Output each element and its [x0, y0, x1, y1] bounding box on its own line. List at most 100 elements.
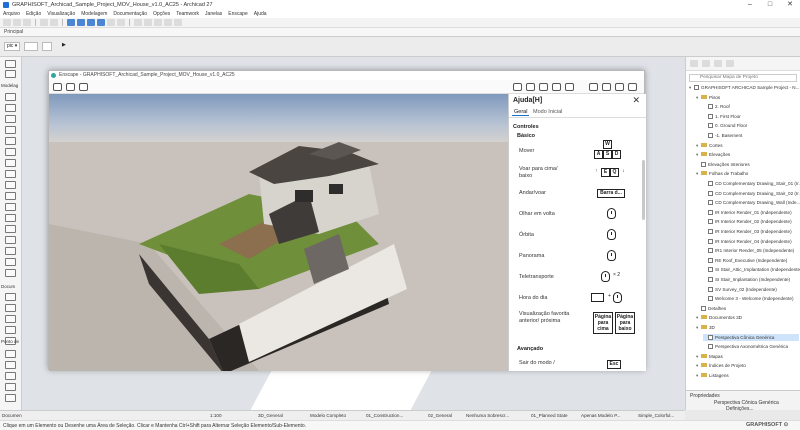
navigator-search-input[interactable]: Pesquisar Mapa de Projeto: [689, 74, 797, 82]
lamp-tool[interactable]: [5, 258, 16, 266]
settings-button[interactable]: Definições...: [726, 406, 754, 412]
polyline-tool[interactable]: [5, 372, 16, 380]
principal-tab[interactable]: Principal: [4, 29, 23, 35]
grid-icon[interactable]: [526, 83, 535, 91]
story-selector[interactable]: pic ▾: [4, 42, 20, 51]
tree-folder[interactable]: ▾ Elevações: [696, 151, 799, 158]
tree-item[interactable]: CD Complementary Drawing_Stair_02 (Ir...: [703, 190, 800, 197]
tree-item[interactable]: IR Interior Render_02 (Independente): [703, 218, 799, 225]
menu-enscape[interactable]: Enscape: [228, 11, 247, 17]
tree-folder[interactable]: ▾ GRAPHISOFT ARCHICAD Sample Project - N.…: [689, 84, 799, 91]
minimize-button[interactable]: –: [740, 0, 760, 10]
settings-icon[interactable]: [552, 83, 561, 91]
tree-item[interactable]: SV Survey_02 (Independente): [703, 286, 799, 293]
tree-item[interactable]: CD Complementary Drawing_Stair_01 (Ir...: [703, 180, 800, 187]
views-icon[interactable]: [66, 83, 75, 91]
undo-icon[interactable]: [40, 19, 48, 26]
status-general[interactable]: 02_General: [428, 413, 452, 418]
menu-opcoes[interactable]: Opções: [153, 11, 170, 17]
curtain-wall-tool[interactable]: [5, 203, 16, 211]
object-tool[interactable]: [5, 225, 16, 233]
tree-item[interactable]: IR1 Interior Render_05 (Independente): [703, 247, 799, 254]
section-icon[interactable]: [144, 19, 152, 26]
save-icon[interactable]: [23, 19, 31, 26]
line-tool[interactable]: [5, 350, 16, 358]
menu-janelas[interactable]: Janelas: [205, 11, 222, 17]
tab-modo-inicial[interactable]: Modo Inicial: [531, 109, 564, 115]
roof-tool[interactable]: [5, 137, 16, 145]
open-file-icon[interactable]: [13, 19, 21, 26]
project-map-icon[interactable]: [690, 60, 698, 67]
tree-folder[interactable]: ▾ Listagens: [696, 372, 799, 379]
tree-folder[interactable]: ▾ Pisos: [696, 94, 799, 101]
marquee-tool[interactable]: [5, 70, 16, 78]
maximize-button[interactable]: □: [760, 0, 780, 10]
menu-modelagem[interactable]: Modelagem: [81, 11, 107, 17]
help-scrollbar[interactable]: [642, 120, 645, 320]
geometry-selector[interactable]: [24, 42, 38, 51]
tree-item[interactable]: RE Roof_Executive (Independente): [703, 257, 799, 264]
syringe-icon[interactable]: [117, 19, 125, 26]
menu-teamwork[interactable]: Teamwork: [176, 11, 199, 17]
level-dimension-tool[interactable]: [5, 304, 16, 312]
arrow-tool[interactable]: [5, 60, 16, 68]
status-model-view[interactable]: Modelo Completo: [310, 413, 346, 418]
marquee-icon[interactable]: [77, 19, 85, 26]
zoom-icon[interactable]: [164, 19, 172, 26]
tree-item[interactable]: Perspectiva Cônica Genérica: [703, 333, 799, 341]
mesh-tool[interactable]: [5, 247, 16, 255]
tab-geral[interactable]: Geral: [512, 109, 530, 116]
new-file-icon[interactable]: [3, 19, 11, 26]
tree-folder[interactable]: ▾ Cortes: [696, 142, 799, 149]
floor-plan-icon[interactable]: [134, 19, 142, 26]
layer-icon[interactable]: [97, 19, 105, 26]
status-planned-state[interactable]: 01_Planned State: [531, 413, 568, 418]
tree-item[interactable]: -1. Basement: [703, 132, 799, 139]
help-icon[interactable]: [615, 83, 624, 91]
status-scale[interactable]: 1:100: [210, 413, 222, 418]
arrow-tool-icon[interactable]: ▶: [60, 42, 76, 51]
shell-tool[interactable]: [5, 148, 16, 156]
dimension-tool[interactable]: [5, 293, 16, 301]
stair-tool[interactable]: [5, 181, 16, 189]
tree-item[interactable]: IR Interior Render_04 (Independente): [703, 238, 799, 245]
column-tool[interactable]: [5, 104, 16, 112]
view-map-icon[interactable]: [702, 60, 710, 67]
tree-item[interactable]: Perspectiva Axonométrica Genérica: [703, 343, 799, 350]
select-arrow-icon[interactable]: [67, 19, 75, 26]
tree-item[interactable]: IR Interior Render_03 (Independente): [703, 228, 799, 235]
morph-tool[interactable]: [5, 214, 16, 222]
spline-tool[interactable]: [5, 383, 16, 391]
visual-settings-icon[interactable]: [565, 83, 574, 91]
menu-ajuda[interactable]: Ajuda: [254, 11, 267, 17]
enscape-viewport[interactable]: [49, 94, 508, 371]
eyedropper-icon[interactable]: [107, 19, 115, 26]
publisher-icon[interactable]: [726, 60, 734, 67]
arc-tool[interactable]: [5, 361, 16, 369]
tree-item[interactable]: SI Stair_Implantation (Independente): [703, 276, 799, 283]
menu-arquivo[interactable]: Arquivo: [3, 11, 20, 17]
screenshot-icon[interactable]: [513, 83, 522, 91]
option-selector[interactable]: [42, 42, 52, 51]
status-model-only[interactable]: Apenas Modelo P...: [581, 413, 621, 418]
railing-tool[interactable]: [5, 192, 16, 200]
status-override[interactable]: Nenhuma Sobrescr...: [466, 413, 509, 418]
beam-tool[interactable]: [5, 115, 16, 123]
status-documen[interactable]: Documen: [2, 413, 22, 418]
eye-icon[interactable]: [589, 83, 598, 91]
magic-wand-icon[interactable]: [87, 19, 95, 26]
tree-item[interactable]: 0. Ground Floor: [703, 122, 799, 129]
menu-edicao[interactable]: Edição: [26, 11, 41, 17]
status-style[interactable]: Simple_Colorful...: [638, 413, 674, 418]
sync-icon[interactable]: [79, 83, 88, 91]
wall-tool[interactable]: [5, 93, 16, 101]
help-scrollbar-thumb[interactable]: [642, 160, 645, 220]
tree-folder[interactable]: ▾ Folhas de Trabalho: [696, 170, 799, 177]
help-close-icon[interactable]: ✕: [632, 95, 640, 106]
door-tool[interactable]: [5, 159, 16, 167]
hotspot-tool[interactable]: [5, 394, 16, 402]
menu-documentacao[interactable]: Documentação: [113, 11, 147, 17]
label-tool[interactable]: [5, 326, 16, 334]
3d-window-icon[interactable]: [154, 19, 162, 26]
tree-item[interactable]: 2. Roof: [703, 103, 799, 110]
